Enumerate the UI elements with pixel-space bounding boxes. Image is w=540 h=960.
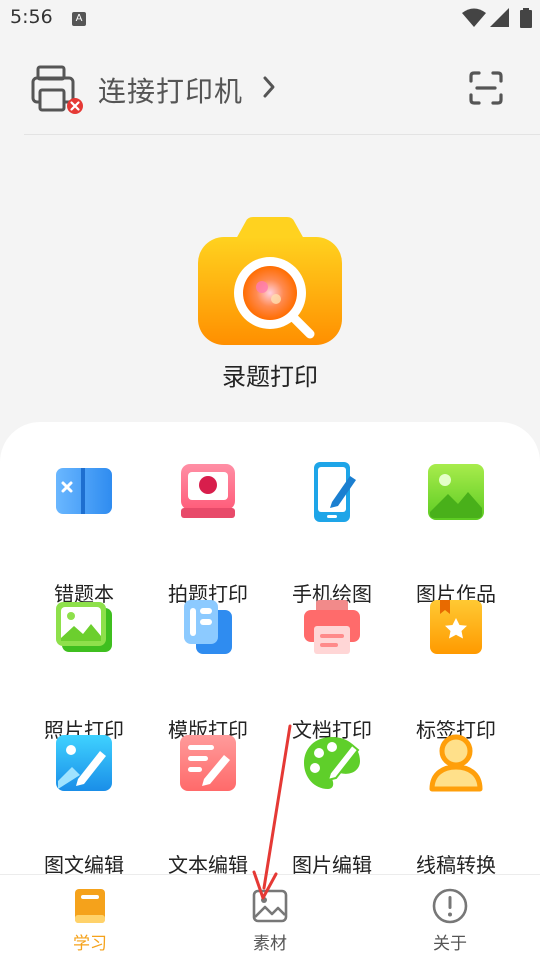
phone-draw-icon — [314, 462, 356, 522]
label-icon — [430, 600, 482, 654]
tab-label: 学习 — [73, 934, 107, 954]
hero-label: 录题打印 — [222, 363, 318, 391]
scan-icon[interactable] — [468, 70, 504, 106]
wifi-icon — [462, 8, 486, 27]
document-print-icon — [304, 600, 360, 654]
feature-card: 错题本 拍题打印 手机绘图 图片作品 照片打印 模版打印 文档打印 标签打印 图… — [0, 422, 540, 877]
grid-item-photo-print[interactable]: 拍题打印 — [146, 462, 270, 606]
info-icon — [432, 888, 468, 924]
photo-icon — [56, 602, 112, 652]
tab-material[interactable]: 素材 — [180, 875, 360, 960]
bottom-nav: 学习 素材 关于 — [0, 874, 540, 960]
printer-disconnected-icon[interactable] — [30, 64, 88, 114]
grid-item-line-art-convert[interactable]: 线稿转换 — [394, 733, 518, 877]
chevron-right-icon[interactable] — [262, 75, 276, 99]
record-print-button[interactable]: 录题打印 — [190, 215, 350, 395]
connect-printer-label[interactable]: 连接打印机 — [98, 70, 243, 110]
image-icon — [428, 464, 484, 520]
grid-item-phone-drawing[interactable]: 手机绘图 — [270, 462, 394, 606]
material-image-icon — [252, 889, 288, 923]
template-icon — [184, 600, 232, 654]
battery-icon — [520, 8, 532, 28]
tab-label: 素材 — [253, 934, 287, 954]
grid-item-photo-printing[interactable]: 照片打印 — [22, 598, 146, 742]
person-icon — [429, 734, 483, 792]
grid-item-image-works[interactable]: 图片作品 — [394, 462, 518, 606]
status-bar: 5:56 A — [0, 0, 540, 36]
palette-icon — [304, 737, 360, 789]
header: 连接打印机 — [0, 50, 540, 130]
study-book-icon — [75, 889, 105, 923]
grid-item-template-print[interactable]: 模版打印 — [146, 598, 270, 742]
image-text-edit-icon — [56, 735, 112, 791]
grid-item-image-edit[interactable]: 图片编辑 — [270, 733, 394, 877]
signal-icon — [490, 8, 509, 27]
grid-item-text-edit[interactable]: 文本编辑 — [146, 733, 270, 877]
grid-item-mistake-book[interactable]: 错题本 — [22, 462, 146, 606]
tab-label: 关于 — [433, 934, 467, 954]
status-time: 5:56 — [10, 6, 53, 28]
header-divider — [24, 134, 540, 135]
grid-item-document-print[interactable]: 文档打印 — [270, 598, 394, 742]
photo-print-icon — [181, 464, 235, 518]
tab-study[interactable]: 学习 — [0, 875, 180, 960]
notification-icon: A — [72, 12, 86, 26]
text-edit-icon — [180, 735, 236, 791]
grid-item-label-print[interactable]: 标签打印 — [394, 598, 518, 742]
book-icon — [56, 468, 112, 514]
grid-item-image-text-edit[interactable]: 图文编辑 — [22, 733, 146, 877]
tab-about[interactable]: 关于 — [360, 875, 540, 960]
camera-icon — [198, 217, 342, 345]
